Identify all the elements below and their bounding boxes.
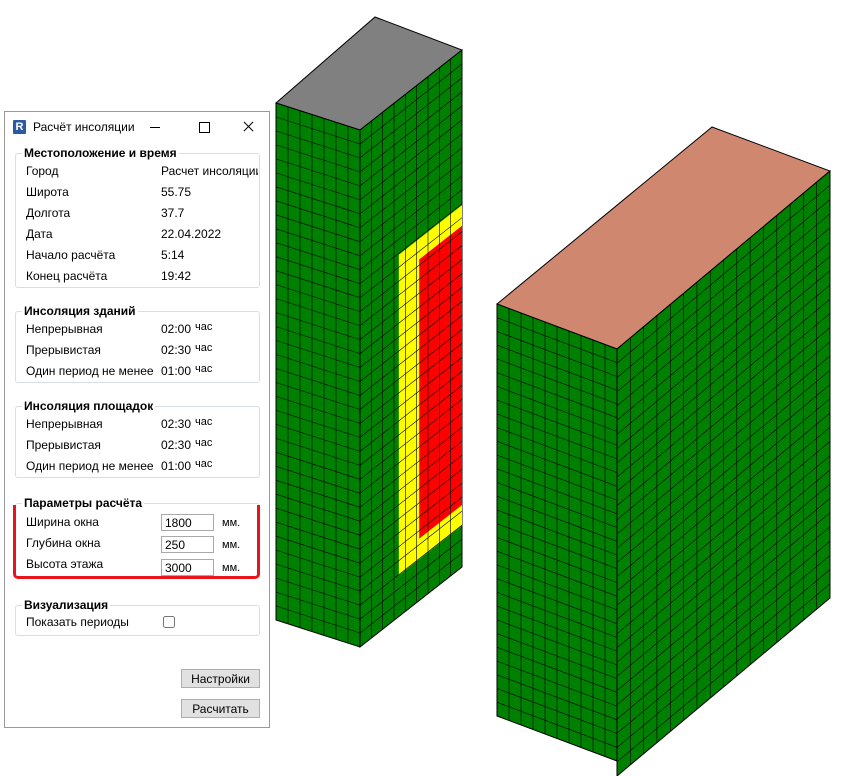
row-label-longitude: Долгота xyxy=(26,206,71,220)
continuous-value: 02:30 xyxy=(161,417,192,431)
slab-building-right xyxy=(496,126,831,776)
unit-label: час xyxy=(195,458,213,470)
city-value: Расчет инсоляции xyxy=(161,164,258,178)
close-icon[interactable] xyxy=(233,116,263,138)
unit-label: час xyxy=(195,437,213,449)
end-time-value: 19:42 xyxy=(161,269,192,283)
row-label-intermittent: Прерывистая xyxy=(26,343,101,357)
show-periods-label: Показать периоды xyxy=(26,615,129,629)
date-value: 22.04.2022 xyxy=(161,227,222,241)
row-label-min-period: Один период не менее xyxy=(26,459,154,473)
row-label-latitude: Широта xyxy=(26,185,69,199)
row-label-intermittent: Прерывистая xyxy=(26,438,101,452)
intermittent-value: 02:30 xyxy=(161,343,192,357)
group-legend: Местоположение и время xyxy=(22,145,179,161)
longitude-value: 37.7 xyxy=(161,206,185,220)
calculate-button[interactable]: Расчитать xyxy=(181,699,260,718)
row-label-min-period: Один период не менее xyxy=(26,364,154,378)
window-title: Расчёт инсоляции xyxy=(33,120,135,134)
continuous-value: 02:00 xyxy=(161,322,192,336)
row-label-city: Город xyxy=(26,164,59,178)
facade-west xyxy=(275,102,361,648)
row-label-continuous: Непрерывная xyxy=(26,417,103,431)
latitude-value: 55.75 xyxy=(161,185,192,199)
group-legend: Инсоляция зданий xyxy=(22,303,138,319)
show-periods-checkbox[interactable] xyxy=(163,616,175,628)
maximize-icon[interactable] xyxy=(189,116,219,138)
group-building-insolation: Инсоляция зданий Непрерывная 02:00 час П… xyxy=(15,303,260,383)
min-period-value: 01:00 xyxy=(161,364,192,378)
group-legend: Инсоляция площадок xyxy=(22,398,156,414)
revit-app-icon: R xyxy=(13,120,26,134)
group-location-time: Местоположение и время Город Расчет инсо… xyxy=(15,145,260,288)
start-time-value: 5:14 xyxy=(161,248,185,262)
minimize-icon[interactable] xyxy=(140,116,170,138)
min-period-value: 01:00 xyxy=(161,459,192,473)
unit-label: час xyxy=(195,342,213,354)
params-highlight-annotation xyxy=(13,505,260,579)
row-label-continuous: Непрерывная xyxy=(26,322,103,336)
tower-building-left xyxy=(275,16,464,649)
unit-label: час xyxy=(195,416,213,428)
insolation-zone-red xyxy=(419,225,462,539)
intermittent-value: 02:30 xyxy=(161,438,192,452)
settings-button[interactable]: Настройки xyxy=(181,669,260,688)
group-legend: Визуализация xyxy=(22,597,111,613)
row-label-start: Начало расчёта xyxy=(26,248,116,262)
title-bar[interactable]: R Расчёт инсоляции xyxy=(5,112,269,142)
insolation-dialog: R Расчёт инсоляции Местоположение и врем… xyxy=(4,111,270,728)
row-label-date: Дата xyxy=(26,227,53,241)
group-visualization: Визуализация Показать периоды xyxy=(15,597,260,636)
row-label-end: Конец расчёта xyxy=(26,269,108,283)
unit-label: час xyxy=(195,363,213,375)
unit-label: час xyxy=(195,321,213,333)
group-site-insolation: Инсоляция площадок Непрерывная 02:30 час… xyxy=(15,398,260,478)
